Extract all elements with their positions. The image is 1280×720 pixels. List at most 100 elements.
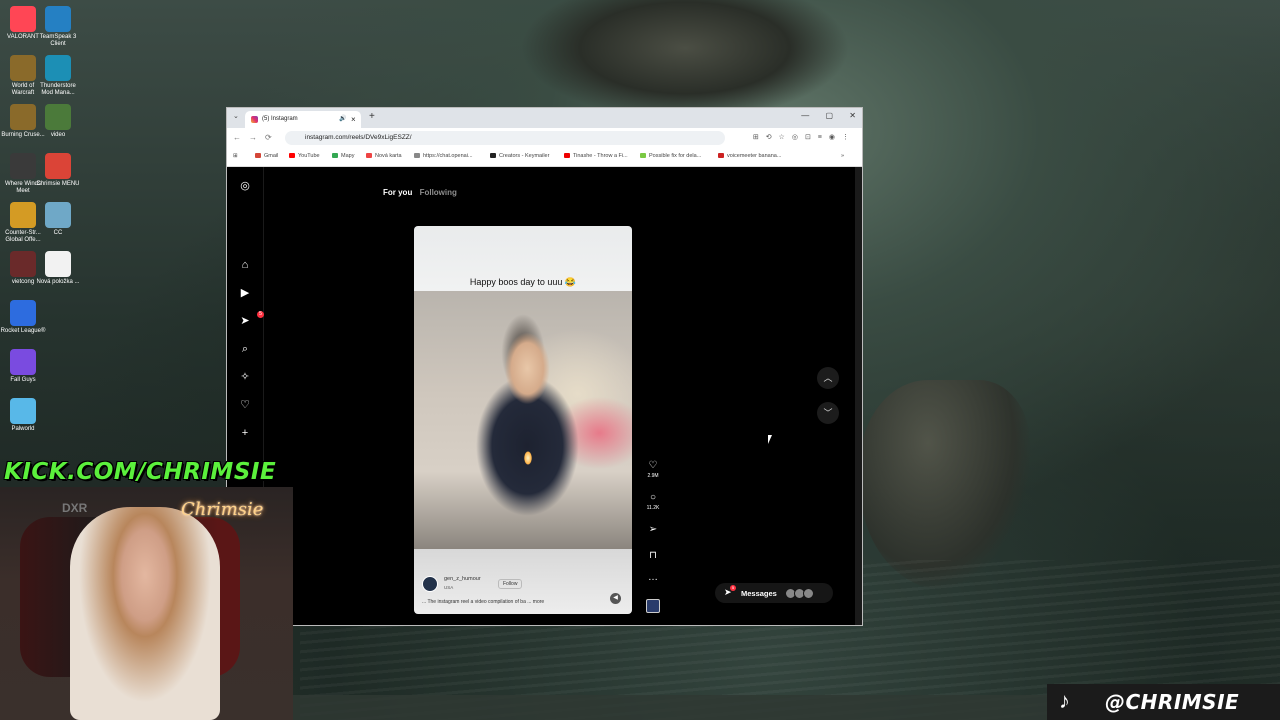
- bookmark-item[interactable]: https://chat.openai...: [414, 153, 473, 159]
- more-options-icon[interactable]: …: [646, 572, 660, 584]
- chair-brand: DXR: [62, 501, 88, 515]
- bookmark-item[interactable]: Nová karta: [366, 153, 402, 159]
- toolbar-icons[interactable]: ⊞⟲☆◎⊡≡◉⋮: [753, 133, 856, 141]
- mute-icon[interactable]: ◀: [610, 593, 621, 604]
- bookmark-item[interactable]: Possible fix for dela...: [640, 153, 701, 159]
- messages-label: Messages: [741, 589, 777, 598]
- desktop-icon-label: TeamSpeak 3 Client: [39, 34, 77, 47]
- kick-overlay-text: KICK.COM/CHRIMSIE: [4, 459, 277, 485]
- tab-title: (5) Instagram: [262, 116, 298, 122]
- explore-icon[interactable]: ✧: [238, 370, 252, 384]
- next-reel-button[interactable]: ﹀: [817, 402, 839, 424]
- tab-for-you[interactable]: For you: [383, 188, 412, 197]
- save-icon[interactable]: ⊓: [646, 550, 660, 562]
- messages-badge: 5: [730, 585, 736, 591]
- desktop-icon[interactable]: CC: [35, 202, 81, 237]
- reels-icon[interactable]: ▶: [238, 286, 252, 300]
- webcam-feed: DXR Chrimsie: [0, 487, 293, 720]
- bookmark-item[interactable]: Creators - Keymailer: [490, 153, 549, 159]
- notification-badge: 5: [257, 311, 264, 318]
- bookmark-favicon-icon: [255, 153, 261, 158]
- fall-guys-icon: [10, 349, 36, 375]
- reel-footer: gen_z_humour USA Follow ... The instagra…: [414, 549, 632, 614]
- nav-buttons[interactable]: ←→⟳: [233, 133, 280, 142]
- follow-button[interactable]: Follow: [498, 579, 523, 589]
- bookmark-label: Nová karta: [375, 153, 402, 159]
- tab-search-icon[interactable]: ⌄: [233, 112, 239, 120]
- game-icon: [10, 153, 36, 179]
- desktop-icon[interactable]: Nová položka ...: [35, 251, 81, 286]
- browser-window: ⌄ (5) Instagram 🔊 × + — ▢ ✕ ←→⟳ instagra…: [226, 107, 863, 626]
- bookmark-label: Creators - Keymailer: [499, 153, 550, 159]
- messages-button[interactable]: ➤ 5 Messages: [715, 583, 833, 603]
- bookmark-favicon-icon: [640, 153, 646, 158]
- speaker-icon[interactable]: 🔊: [339, 111, 346, 128]
- bookmark-item[interactable]: voicemeeter banana...: [718, 153, 781, 159]
- instagram-logo-icon[interactable]: ◎: [238, 179, 252, 193]
- bookmark-item[interactable]: YouTube: [289, 153, 320, 159]
- maximize-button[interactable]: ▢: [826, 111, 834, 120]
- rocket-league-icon: [10, 300, 36, 326]
- bookmark-label: Gmail: [264, 153, 279, 159]
- more-link[interactable]: ... more: [527, 599, 544, 605]
- scrollbar[interactable]: [855, 167, 862, 625]
- home-icon[interactable]: ⌂: [238, 258, 252, 272]
- desktop-icon[interactable]: Fall Guys: [0, 349, 46, 384]
- messages-nav-icon[interactable]: ➤ 5: [238, 311, 264, 328]
- bookmark-label: YouTube: [298, 153, 320, 159]
- avatar[interactable]: [422, 576, 438, 592]
- create-icon[interactable]: +: [238, 426, 252, 440]
- desktop-icon[interactable]: Thunderstore Mod Mana...: [35, 55, 81, 97]
- bookmark-favicon-icon: [564, 153, 570, 158]
- bookmark-item[interactable]: Tinashe - Throw a Fi...: [564, 153, 628, 159]
- close-window-button[interactable]: ✕: [849, 111, 856, 120]
- bookmark-favicon-icon: [366, 153, 372, 158]
- desktop-icon-label: Nová položka ...: [36, 279, 80, 285]
- bookmark-favicon-icon: [289, 153, 295, 158]
- desktop-icon[interactable]: video: [35, 104, 81, 139]
- bookmark-item[interactable]: Mapy: [332, 153, 354, 159]
- bookmark-item[interactable]: Gmail: [255, 153, 278, 159]
- tab-bar: ⌄ (5) Instagram 🔊 × + — ▢ ✕: [227, 108, 862, 128]
- candle-flame: [524, 451, 532, 465]
- bottom-strip: [293, 695, 1047, 720]
- instagram-favicon-icon: [251, 116, 258, 123]
- desktop-icon[interactable]: Rocket League®: [0, 300, 46, 335]
- image-icon: [45, 202, 71, 228]
- previous-reel-button[interactable]: ︿: [817, 367, 839, 389]
- palworld-icon: [10, 398, 36, 424]
- bookmarks-overflow-icon[interactable]: »: [841, 153, 844, 159]
- new-tab-button[interactable]: +: [369, 111, 375, 122]
- desktop-icon-label: video: [50, 132, 66, 138]
- heart-icon[interactable]: ♡: [238, 398, 252, 412]
- url-field[interactable]: instagram.com/reels/DVe9xLigESZZ/: [285, 131, 725, 145]
- window-controls: — ▢ ✕: [787, 111, 856, 120]
- video-file-icon: [45, 104, 71, 130]
- tab-following[interactable]: Following: [420, 188, 457, 197]
- tab-instagram[interactable]: (5) Instagram 🔊 ×: [245, 111, 361, 128]
- bookmark-label: Mapy: [341, 153, 355, 159]
- share-icon[interactable]: ➢: [646, 524, 660, 536]
- close-tab-icon[interactable]: ×: [351, 111, 356, 128]
- desktop-icon[interactable]: Chrimsie MENU: [35, 153, 81, 188]
- video-frame: [414, 291, 632, 549]
- thunderstore-icon: [45, 55, 71, 81]
- minimize-button[interactable]: —: [801, 111, 809, 120]
- desktop-icon[interactable]: Palworld: [0, 398, 46, 433]
- comment-icon[interactable]: ○: [646, 492, 660, 504]
- background-figure-hair: [520, 0, 850, 120]
- apps-icon[interactable]: ⊞: [233, 153, 238, 159]
- audio-thumbnail[interactable]: [646, 599, 660, 613]
- search-icon[interactable]: ⌕: [238, 342, 252, 356]
- desktop-icon-label: Fall Guys: [10, 377, 36, 383]
- desktop-icon[interactable]: TeamSpeak 3 Client: [35, 6, 81, 48]
- reel-username[interactable]: gen_z_humour: [444, 576, 481, 582]
- like-icon[interactable]: ♡: [646, 460, 660, 472]
- reel-video[interactable]: Happy boos day to uuu 😂 gen_z_humour USA…: [414, 226, 632, 614]
- bookmarks-bar: ⊞ Gmail YouTube Mapy Nová karta https://chat.…: [227, 148, 862, 167]
- warcraft-icon: [10, 55, 36, 81]
- instagram-page: ◎ ⌂ ▶ ➤ 5 ⌕ ✧ ♡ + For you Following Happy…: [227, 167, 862, 625]
- bookmark-label: Possible fix for dela...: [649, 153, 702, 159]
- streamer: [70, 507, 220, 720]
- desktop-icon-label: Chrimsie MENU: [36, 181, 80, 187]
